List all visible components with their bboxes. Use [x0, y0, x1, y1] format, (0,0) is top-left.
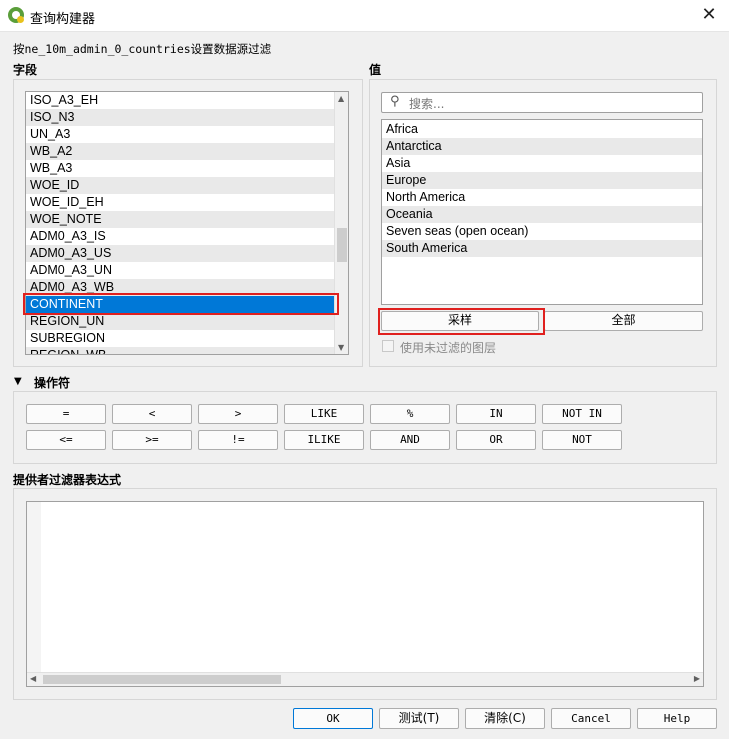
- help-button[interactable]: Help: [637, 708, 717, 729]
- ok-button[interactable]: OK: [293, 708, 373, 729]
- close-icon[interactable]: ✕: [697, 4, 721, 25]
- search-icon: ⚲: [390, 94, 400, 109]
- field-item[interactable]: WB_A3: [26, 160, 335, 177]
- scroll-left-icon[interactable]: ◀: [30, 674, 36, 683]
- field-item[interactable]: WB_A2: [26, 143, 335, 160]
- operator-button[interactable]: <=: [26, 430, 106, 450]
- dialog-subtitle: 按ne_10m_admin_0_countries设置数据源过滤: [13, 42, 272, 56]
- field-item[interactable]: ADM0_A3_UN: [26, 262, 335, 279]
- operator-button[interactable]: NOT IN: [542, 404, 622, 424]
- all-button[interactable]: 全部: [544, 311, 703, 331]
- qgis-logo-icon: [8, 7, 24, 23]
- operator-button[interactable]: OR: [456, 430, 536, 450]
- value-item[interactable]: Asia: [382, 155, 702, 172]
- collapse-arrow-icon[interactable]: ▼: [14, 376, 22, 387]
- field-item[interactable]: REGION_UN: [26, 313, 335, 330]
- sample-button-highlight: [378, 308, 545, 335]
- title-bar: 查询构建器 ✕: [0, 0, 729, 32]
- scroll-up-icon[interactable]: ▲: [338, 94, 344, 103]
- value-item[interactable]: Oceania: [382, 206, 702, 223]
- field-item[interactable]: SUBREGION: [26, 330, 335, 347]
- operator-button[interactable]: AND: [370, 430, 450, 450]
- value-item[interactable]: Africa: [382, 121, 702, 138]
- value-item[interactable]: Europe: [382, 172, 702, 189]
- operators-group: [13, 391, 717, 464]
- field-item[interactable]: ISO_A3_EH: [26, 92, 335, 109]
- field-item[interactable]: WOE_ID_EH: [26, 194, 335, 211]
- value-item[interactable]: North America: [382, 189, 702, 206]
- clear-button[interactable]: 清除(C): [465, 708, 545, 729]
- fields-label: 字段: [13, 63, 38, 77]
- field-item[interactable]: UN_A3: [26, 126, 335, 143]
- field-item[interactable]: ISO_N3: [26, 109, 335, 126]
- selected-field-highlight: [23, 293, 339, 315]
- scroll-down-icon[interactable]: ▼: [338, 343, 344, 352]
- hscroll-thumb[interactable]: [43, 675, 281, 684]
- operator-button[interactable]: LIKE: [284, 404, 364, 424]
- value-item[interactable]: Antarctica: [382, 138, 702, 155]
- operator-button[interactable]: NOT: [542, 430, 622, 450]
- use-unfiltered-checkbox[interactable]: [382, 340, 394, 352]
- field-item[interactable]: ADM0_A3_US: [26, 245, 335, 262]
- search-input[interactable]: ⚲ 搜索...: [381, 92, 703, 113]
- operator-button[interactable]: >=: [112, 430, 192, 450]
- expression-label: 提供者过滤器表达式: [13, 473, 122, 487]
- scroll-right-icon[interactable]: ▶: [694, 674, 700, 683]
- value-item[interactable]: Seven seas (open ocean): [382, 223, 702, 240]
- values-list[interactable]: Africa Antarctica Asia Europe North America O…: [381, 119, 703, 305]
- operator-button[interactable]: !=: [198, 430, 278, 450]
- operator-button[interactable]: %: [370, 404, 450, 424]
- operator-button[interactable]: ILIKE: [284, 430, 364, 450]
- expression-editor[interactable]: ◀ ▶: [26, 501, 704, 687]
- search-placeholder: 搜索...: [409, 97, 445, 111]
- operators-label: 操作符: [34, 376, 71, 390]
- cancel-button[interactable]: Cancel: [551, 708, 631, 729]
- values-rows: Africa Antarctica Asia Europe North America O…: [382, 121, 702, 257]
- test-button[interactable]: 测试(T): [379, 708, 459, 729]
- field-item[interactable]: WOE_NOTE: [26, 211, 335, 228]
- fields-list[interactable]: ISO_A3_EH ISO_N3 UN_A3 WB_A2 WB_A3 WOE_ID WOE_…: [25, 91, 349, 355]
- use-unfiltered-label: 使用未过滤的图层: [400, 341, 497, 355]
- editor-hscrollbar[interactable]: ◀ ▶: [27, 672, 703, 686]
- operator-button[interactable]: <: [112, 404, 192, 424]
- operator-button[interactable]: IN: [456, 404, 536, 424]
- field-item[interactable]: ADM0_A3_IS: [26, 228, 335, 245]
- operator-button[interactable]: =: [26, 404, 106, 424]
- field-item[interactable]: WOE_ID: [26, 177, 335, 194]
- window-title: 查询构建器: [30, 12, 96, 27]
- values-label: 值: [369, 63, 382, 77]
- field-item[interactable]: REGION_WB: [26, 347, 335, 354]
- fields-rows: ISO_A3_EH ISO_N3 UN_A3 WB_A2 WB_A3 WOE_ID WOE_…: [26, 92, 335, 354]
- operator-button[interactable]: >: [198, 404, 278, 424]
- value-item[interactable]: South America: [382, 240, 702, 257]
- scroll-thumb[interactable]: [337, 228, 347, 262]
- editor-margin: [27, 502, 41, 674]
